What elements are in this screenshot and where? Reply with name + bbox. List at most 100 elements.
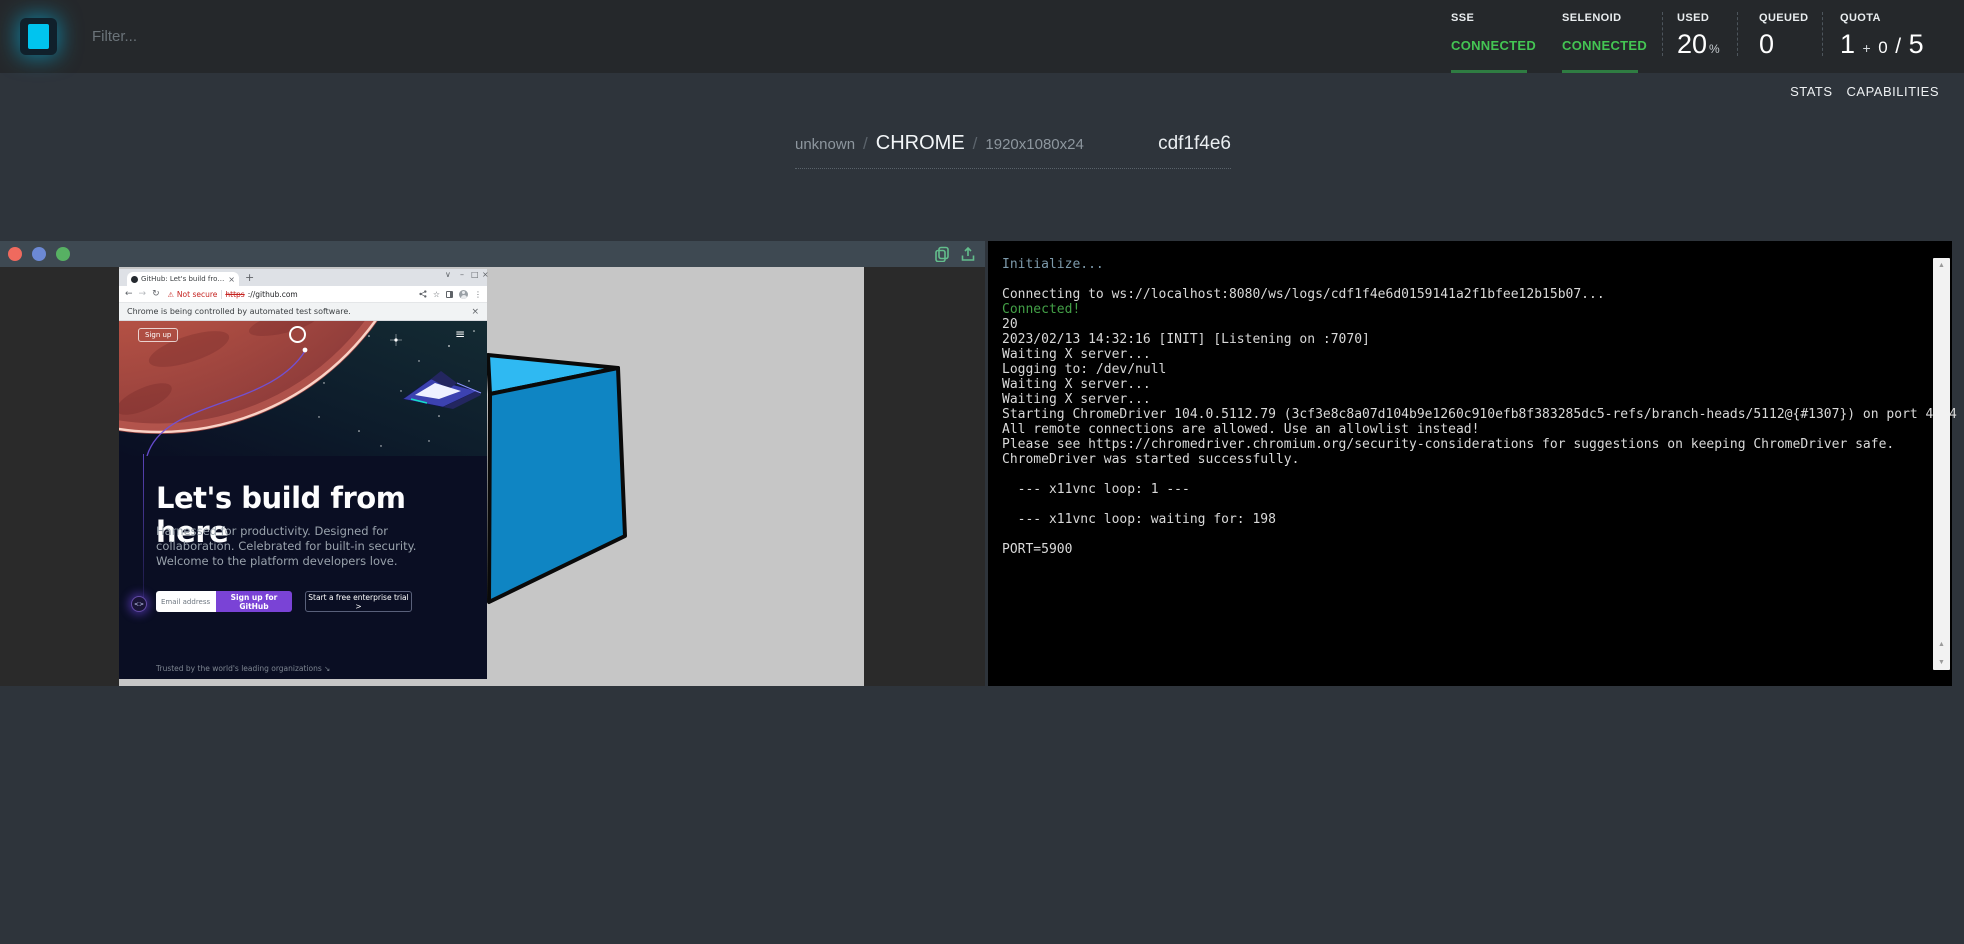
log-line [1002, 272, 1957, 287]
queued-label: QUEUED [1759, 12, 1808, 24]
log-line: Connecting to ws://localhost:8080/ws/log… [1002, 287, 1957, 302]
session-log-panel: Initialize... Connecting to ws://localho… [988, 241, 1952, 686]
session-row[interactable]: unknown / CHROME / 1920x1080x24 cdf1f4e6 [795, 132, 1231, 169]
used-unit: % [1709, 42, 1720, 56]
address-bar[interactable]: ⚠ Not secure https://github.com [168, 290, 298, 299]
tab-stats[interactable]: STATS [1790, 84, 1832, 99]
session-separator: / [973, 134, 978, 154]
clipboard-icon[interactable] [934, 246, 950, 262]
github-logo-icon[interactable] [289, 326, 306, 343]
quota-label: QUOTA [1840, 12, 1924, 24]
sse-label: SSE [1451, 12, 1536, 24]
toolbar-icons: ☆ ⋮ [419, 290, 487, 299]
infobar-close-icon[interactable]: × [471, 307, 479, 317]
tab-capabilities[interactable]: CAPABILITIES [1847, 84, 1939, 99]
log-scrollbar[interactable]: ▲ ▲ ▼ [1933, 258, 1950, 670]
log-line: PORT=5900 [1002, 542, 1957, 557]
window-maximize-icon[interactable]: □ [471, 270, 479, 279]
vnc-remote-screen[interactable]: GitHub: Let's build from he × + ∨ – □ × … [119, 267, 864, 686]
scroll-up-icon[interactable]: ▲ [1933, 262, 1950, 269]
github-email-field[interactable] [156, 591, 216, 612]
chrome-tab-strip: GitHub: Let's build from he × + ∨ – □ × [119, 269, 487, 286]
new-tab-button[interactable]: + [245, 271, 254, 284]
side-panel-icon[interactable] [446, 291, 453, 298]
log-line: Waiting X server... [1002, 392, 1957, 407]
session-browser: CHROME [876, 132, 965, 155]
bookmark-star-icon[interactable]: ☆ [433, 290, 440, 299]
infobar-message: Chrome is being controlled by automated … [127, 307, 351, 316]
stat-quota: QUOTA 1 + 0 / 5 [1840, 0, 1924, 73]
log-line: Waiting X server... [1002, 377, 1957, 392]
filter-input[interactable] [92, 20, 512, 52]
github-signup-small-button[interactable]: Sign up [138, 328, 178, 342]
log-output: Initialize... Connecting to ws://localho… [1002, 257, 1957, 557]
session-user: unknown [795, 136, 855, 153]
log-line [1002, 467, 1957, 482]
log-line: Logging to: /dev/null [1002, 362, 1957, 377]
chrome-toolbar: ← → ↻ ⚠ Not secure https://github.com ☆ … [119, 286, 487, 303]
sse-status-underline [1451, 70, 1527, 73]
quota-value: 1 + 0 / 5 [1840, 29, 1924, 60]
upload-icon[interactable] [960, 246, 976, 262]
selenoid-label: SELENOID [1562, 12, 1647, 24]
github-trusted-text: Trusted by the world's leading organizat… [156, 664, 330, 673]
back-icon[interactable]: ← [125, 289, 133, 299]
tab-close-icon[interactable]: × [228, 275, 235, 284]
stat-sse: SSE CONNECTED [1451, 0, 1536, 73]
log-line: Connected! [1002, 302, 1957, 317]
github-signup-button[interactable]: Sign up for GitHub [216, 591, 292, 612]
forward-icon[interactable]: → [139, 289, 147, 299]
chrome-active-tab[interactable]: GitHub: Let's build from he × [127, 272, 239, 286]
github-page: Sign up ≡ Let's build from here Harnesse… [119, 321, 487, 679]
view-tabs: STATS CAPABILITIES [1790, 84, 1939, 99]
maximize-button[interactable] [56, 247, 70, 261]
github-subtext: Harnessed for productivity. Designed for… [156, 524, 442, 569]
reload-icon[interactable]: ↻ [152, 289, 160, 299]
used-label: USED [1677, 12, 1720, 24]
url-host: ://github.com [248, 290, 298, 299]
log-line [1002, 497, 1957, 512]
log-line: Starting ChromeDriver 104.0.5112.79 (3cf… [1002, 407, 1957, 422]
tracer-line [143, 454, 144, 600]
window-minimize-icon[interactable]: – [460, 270, 464, 279]
window-close-icon[interactable]: × [482, 270, 489, 279]
log-line: --- x11vnc loop: 1 --- [1002, 482, 1957, 497]
tab-title: GitHub: Let's build from he [141, 275, 225, 283]
remote-chrome-window[interactable]: GitHub: Let's build from he × + ∨ – □ × … [119, 269, 487, 679]
log-line: --- x11vnc loop: waiting for: 198 [1002, 512, 1957, 527]
stat-divider [1737, 12, 1738, 56]
code-icon[interactable]: <> [131, 596, 147, 612]
log-line [1002, 527, 1957, 542]
log-line: Waiting X server... [1002, 347, 1957, 362]
top-bar: SSE CONNECTED SELENOID CONNECTED USED 20… [0, 0, 1964, 73]
session-id: cdf1f4e6 [1158, 133, 1231, 155]
session-resolution: 1920x1080x24 [985, 136, 1083, 153]
scroll-down-icon[interactable]: ▼ [1933, 659, 1950, 666]
log-line: ChromeDriver was started successfully. [1002, 452, 1957, 467]
vnc-window-titlebar [0, 241, 985, 267]
stat-queued: QUEUED 0 [1759, 0, 1808, 73]
session-separator: / [863, 134, 868, 154]
used-value: 20% [1677, 29, 1720, 60]
menu-dots-icon[interactable]: ⋮ [474, 290, 482, 299]
log-line: 20 [1002, 317, 1957, 332]
stat-used: USED 20% [1677, 0, 1720, 73]
app-logo-square [28, 24, 49, 49]
profile-avatar[interactable] [459, 290, 468, 299]
log-line: 2023/02/13 14:32:16 [INIT] [Listening on… [1002, 332, 1957, 347]
app-logo-icon[interactable] [20, 18, 57, 55]
automation-infobar: Chrome is being controlled by automated … [119, 303, 487, 321]
stat-selenoid: SELENOID CONNECTED [1562, 0, 1647, 73]
minimize-button[interactable] [32, 247, 46, 261]
hamburger-icon[interactable]: ≡ [455, 327, 465, 341]
sse-status: CONNECTED [1451, 38, 1536, 53]
close-button[interactable] [8, 247, 22, 261]
log-line: All remote connections are allowed. Use … [1002, 422, 1957, 437]
selenoid-status-underline [1562, 70, 1638, 73]
scroll-up-icon[interactable]: ▲ [1933, 641, 1950, 648]
selenoid-status: CONNECTED [1562, 38, 1647, 53]
stat-divider [1822, 12, 1823, 56]
github-trial-button[interactable]: Start a free enterprise trial > [305, 591, 412, 612]
share-icon[interactable] [419, 290, 427, 298]
chevron-down-icon[interactable]: ∨ [445, 270, 451, 279]
